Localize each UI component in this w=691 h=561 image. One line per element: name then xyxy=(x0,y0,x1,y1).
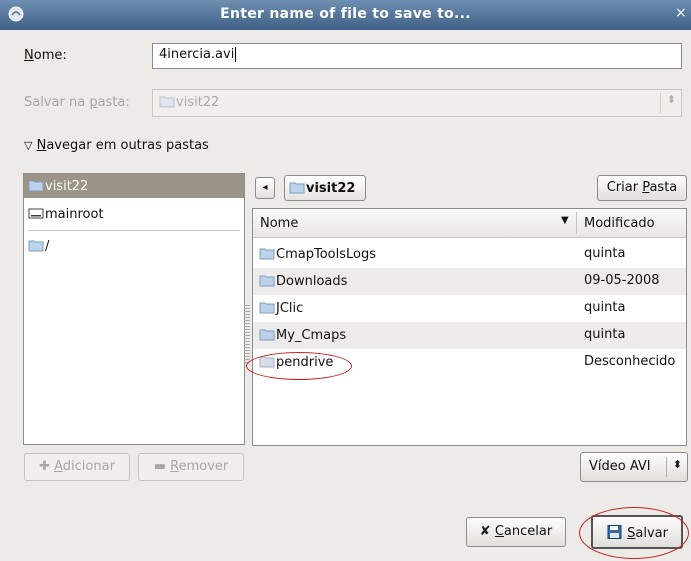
save-folder-label: Salvar na pasta: xyxy=(24,95,130,110)
add-bookmark-button: ✚ Adicionar xyxy=(24,453,130,481)
file-list-header: Nome ▼ Modificado xyxy=(253,209,686,238)
file-row[interactable]: Downloads 09-05-2008 xyxy=(253,268,686,295)
file-name: CmapToolsLogs xyxy=(276,247,376,262)
column-header-name[interactable]: Nome xyxy=(260,216,298,231)
file-modified: 09-05-2008 xyxy=(584,273,660,288)
file-name: Downloads xyxy=(276,274,348,289)
column-header-modified[interactable]: Modificado xyxy=(584,216,655,231)
remove-bookmark-button: ▬ Remover xyxy=(138,453,244,481)
file-modified: quinta xyxy=(584,327,626,342)
updown-arrow-icon: ⬍ xyxy=(672,458,682,471)
cancel-x-icon: ✘ xyxy=(479,524,491,539)
window-title: Enter name of file to save to... xyxy=(220,6,471,22)
folder-icon xyxy=(289,182,305,194)
minus-icon: ▬ xyxy=(153,459,167,474)
expander-label: Navegar em outras pastas xyxy=(36,138,209,153)
path-button-visit22[interactable]: visit22 xyxy=(284,175,366,201)
file-list: Nome ▼ Modificado CmapToolsLogs quinta D… xyxy=(252,208,687,446)
file-name: pendrive xyxy=(276,355,334,370)
file-modified: quinta xyxy=(584,246,626,261)
drive-icon xyxy=(28,208,44,219)
cancel-button[interactable]: ✘ Cancelar xyxy=(466,517,566,547)
save-folder-combo: visit22 ⬍ xyxy=(152,89,682,117)
file-name: My_Cmaps xyxy=(276,328,347,343)
expander-triangle-icon: ▽ xyxy=(24,139,33,152)
sort-down-icon: ▼ xyxy=(561,215,569,226)
file-modified: Desconhecido xyxy=(584,354,676,369)
folder-icon xyxy=(259,356,275,368)
filename-input[interactable]: 4inercia.avi xyxy=(152,43,682,69)
file-modified: quinta xyxy=(584,300,626,315)
updown-arrow-icon: ⬍ xyxy=(666,93,676,106)
browse-expander[interactable]: ▽ Navegar em outras pastas xyxy=(24,138,209,153)
place-item-visit22[interactable]: visit22 xyxy=(24,174,244,198)
pane-resize-grip[interactable] xyxy=(244,305,250,365)
create-folder-button[interactable]: Criar Pasta xyxy=(597,175,687,201)
chevron-left-icon: ◂ xyxy=(262,182,268,193)
folder-icon xyxy=(259,302,275,314)
file-type-filter[interactable]: Vídeo AVI ⬍ xyxy=(580,452,688,482)
title-bar: Enter name of file to save to... × xyxy=(0,0,691,30)
close-icon[interactable]: × xyxy=(675,4,689,22)
file-row[interactable]: CmapToolsLogs quinta xyxy=(253,241,686,268)
place-item-root[interactable]: / xyxy=(24,234,244,258)
folder-icon xyxy=(28,240,44,252)
folder-icon xyxy=(28,180,44,192)
save-button[interactable]: Salvar xyxy=(591,515,683,549)
file-name: JClic xyxy=(276,301,304,316)
file-row[interactable]: My_Cmaps quinta xyxy=(253,322,686,349)
floppy-disk-icon xyxy=(607,525,622,539)
places-pane: visit22 mainroot / xyxy=(23,173,245,445)
plus-icon: ✚ xyxy=(39,459,50,474)
folder-icon xyxy=(159,96,175,108)
folder-icon xyxy=(259,275,275,287)
path-back-button[interactable]: ◂ xyxy=(255,177,275,199)
file-row[interactable]: pendrive Desconhecido xyxy=(253,349,686,376)
folder-icon xyxy=(259,248,275,260)
name-label: Nome: xyxy=(24,48,67,63)
file-row[interactable]: JClic quinta xyxy=(253,295,686,322)
folder-icon xyxy=(259,329,275,341)
place-item-mainroot[interactable]: mainroot xyxy=(24,202,244,226)
